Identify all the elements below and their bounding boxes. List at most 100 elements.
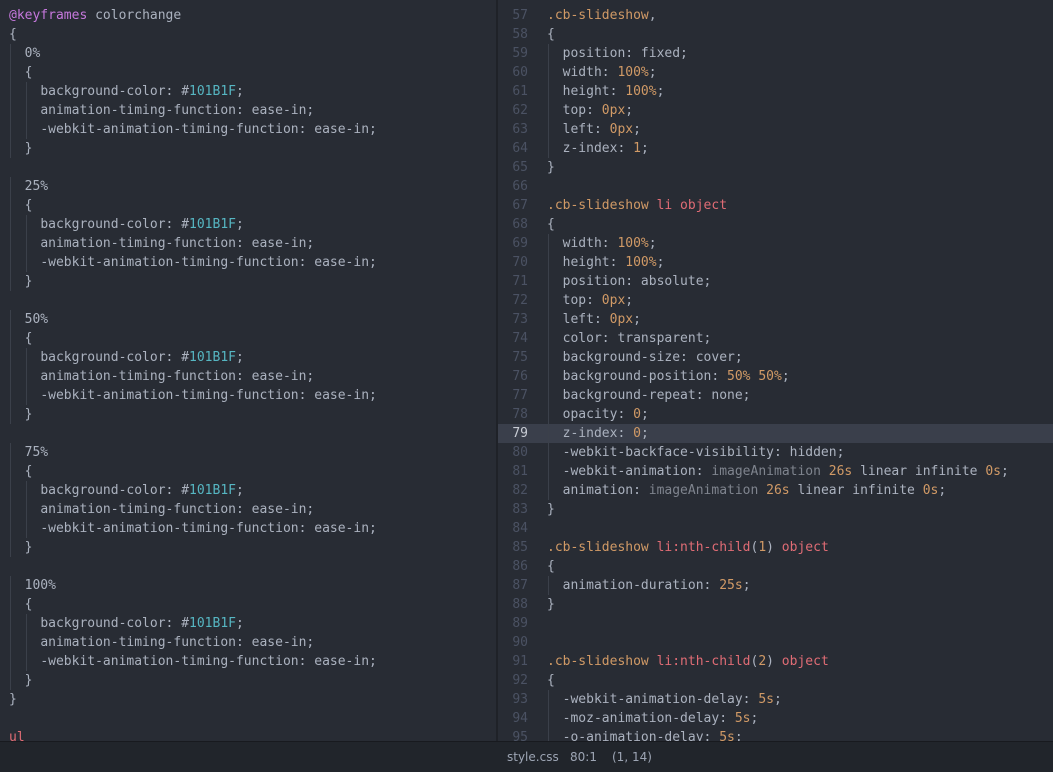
code-line[interactable]: -webkit-animation-timing-function: ease-… [0,253,496,272]
code-line[interactable]: 75 background-size: cover; [498,348,1053,367]
line-number[interactable]: 80 [498,443,528,462]
line-number[interactable]: 78 [498,405,528,424]
line-number[interactable]: 68 [498,215,528,234]
code-line[interactable]: 58 { [498,25,1053,44]
line-number[interactable]: 89 [498,614,528,633]
code-line[interactable]: { [0,595,496,614]
code-line[interactable]: { [0,63,496,82]
line-number[interactable]: 61 [498,82,528,101]
line-number[interactable]: 58 [498,25,528,44]
code-line[interactable]: 83} [498,500,1053,519]
code-line[interactable]: background-color: #101B1F; [0,481,496,500]
code-line[interactable]: 73 left: 0px; [498,310,1053,329]
line-number[interactable]: 57 [498,6,528,25]
code-line[interactable]: background-color: #101B1F; [0,215,496,234]
code-line[interactable]: 82 animation: imageAnimation 26s linear … [498,481,1053,500]
code-line[interactable]: -webkit-animation-timing-function: ease-… [0,386,496,405]
code-line[interactable]: 63 left: 0px; [498,120,1053,139]
code-line[interactable]: } [0,139,496,158]
code-line[interactable]: 59 position: fixed; [498,44,1053,63]
code-line[interactable]: 80 -webkit-backface-visibility: hidden; [498,443,1053,462]
code-line[interactable]: background-color: #101B1F; [0,82,496,101]
code-line[interactable]: 88} [498,595,1053,614]
code-line[interactable]: 90 [498,633,1053,652]
code-line[interactable]: 81 -webkit-animation: imageAnimation 26s… [498,462,1053,481]
code-line[interactable]: 72 top: 0px; [498,291,1053,310]
line-number[interactable]: 83 [498,500,528,519]
code-line[interactable]: } [0,405,496,424]
code-line[interactable]: } [0,538,496,557]
status-cursor-position[interactable]: 80:1 [570,750,597,764]
code-line[interactable]: -webkit-animation-timing-function: ease-… [0,120,496,139]
code-line[interactable]: -webkit-animation-timing-function: ease-… [0,652,496,671]
line-number[interactable]: 73 [498,310,528,329]
line-number[interactable]: 93 [498,690,528,709]
line-number[interactable]: 91 [498,652,528,671]
code-line[interactable]: -webkit-animation-timing-function: ease-… [0,519,496,538]
line-number[interactable]: 79 [498,424,528,443]
line-number[interactable]: 92 [498,671,528,690]
code-line[interactable]: ul [0,728,496,741]
code-line[interactable] [0,557,496,576]
code-line[interactable]: 100% [0,576,496,595]
line-number[interactable]: 62 [498,101,528,120]
line-number[interactable]: 94 [498,709,528,728]
line-number[interactable]: 67 [498,196,528,215]
left-code-area[interactable]: @keyframes colorchange { 0% { background-… [0,6,496,741]
code-line[interactable]: 95 -o-animation-delay: 5s; [498,728,1053,741]
code-line[interactable]: } [0,272,496,291]
line-number[interactable]: 82 [498,481,528,500]
line-number[interactable]: 87 [498,576,528,595]
line-number[interactable]: 69 [498,234,528,253]
code-line[interactable]: 84 [498,519,1053,538]
status-file-name[interactable]: style.css [507,750,559,764]
code-line[interactable]: 94 -moz-animation-delay: 5s; [498,709,1053,728]
line-number[interactable]: 76 [498,367,528,386]
line-number[interactable]: 88 [498,595,528,614]
code-line[interactable]: animation-timing-function: ease-in; [0,234,496,253]
line-number[interactable]: 59 [498,44,528,63]
code-line[interactable]: { [0,329,496,348]
code-line[interactable]: } [0,690,496,709]
code-line[interactable]: 91 .cb-slideshow li:nth-child(2) object [498,652,1053,671]
line-number[interactable]: 75 [498,348,528,367]
line-number[interactable]: 66 [498,177,528,196]
code-line[interactable]: 62 top: 0px; [498,101,1053,120]
code-line[interactable]: 25% [0,177,496,196]
code-line[interactable]: 64 z-index: 1; [498,139,1053,158]
code-line[interactable]: 50% [0,310,496,329]
code-line[interactable]: 79 z-index: 0; [498,424,1053,443]
code-line[interactable]: 57 .cb-slideshow, [498,6,1053,25]
status-selection[interactable]: (1, 14) [612,750,652,764]
code-line[interactable]: 92 { [498,671,1053,690]
code-line[interactable]: 60 width: 100%; [498,63,1053,82]
code-line[interactable]: { [0,196,496,215]
code-line[interactable]: animation-timing-function: ease-in; [0,500,496,519]
code-line[interactable]: animation-timing-function: ease-in; [0,101,496,120]
code-line[interactable] [0,709,496,728]
right-code-area[interactable]: 5657.cb-slideshow,58{59 position: fixed;… [498,0,1053,741]
code-line[interactable] [0,158,496,177]
code-line[interactable]: 0% [0,44,496,63]
code-line[interactable]: 68 { [498,215,1053,234]
code-line[interactable]: 76 background-position: 50% 50%; [498,367,1053,386]
line-number[interactable]: 60 [498,63,528,82]
left-editor-pane[interactable]: @keyframes colorchange { 0% { background-… [0,0,496,741]
code-line[interactable]: 66 [498,177,1053,196]
line-number[interactable]: 64 [498,139,528,158]
right-editor-pane[interactable]: 5657.cb-slideshow,58{59 position: fixed;… [498,0,1053,741]
code-line[interactable] [0,424,496,443]
code-line[interactable]: 75% [0,443,496,462]
line-number[interactable]: 85 [498,538,528,557]
line-number[interactable]: 71 [498,272,528,291]
code-line[interactable]: { [0,25,496,44]
line-number[interactable]: 95 [498,728,528,741]
code-line[interactable]: 69 width: 100%; [498,234,1053,253]
code-line[interactable]: background-color: #101B1F; [0,348,496,367]
line-number[interactable]: 86 [498,557,528,576]
line-number[interactable]: 84 [498,519,528,538]
line-number[interactable]: 72 [498,291,528,310]
line-number[interactable]: 90 [498,633,528,652]
code-line[interactable]: 74 color: transparent; [498,329,1053,348]
code-line[interactable]: 65} [498,158,1053,177]
